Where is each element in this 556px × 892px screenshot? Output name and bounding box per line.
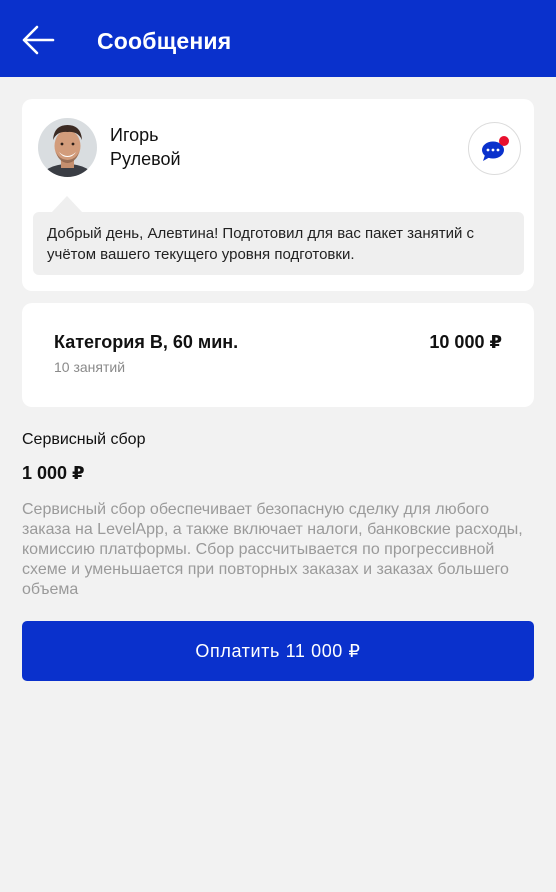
pay-button[interactable]: Оплатить 11 000 ₽ bbox=[22, 621, 534, 681]
author-first-name: Игорь bbox=[110, 125, 159, 145]
service-fee-value: 1 000 ₽ bbox=[22, 463, 85, 483]
message-card: Игорь Рулевой Добрый день, Алевтина! Под… bbox=[22, 99, 534, 291]
package-title: Категория B, 60 мин. bbox=[54, 332, 239, 352]
service-fee-label: Сервисный сбор bbox=[22, 431, 146, 448]
open-chat-button[interactable] bbox=[468, 122, 521, 175]
avatar[interactable] bbox=[38, 118, 97, 177]
package-price: 10 000 ₽ bbox=[429, 332, 502, 352]
message-bubble: Добрый день, Алевтина! Подготовил для ва… bbox=[33, 212, 524, 275]
package-lessons-count: 10 занятий bbox=[54, 359, 126, 375]
top-app-bar: Сообщения bbox=[0, 0, 556, 77]
package-card: Категория B, 60 мин. 10 занятий 10 000 ₽ bbox=[22, 303, 534, 407]
bubble-tail bbox=[52, 196, 82, 212]
back-button[interactable] bbox=[18, 20, 58, 60]
arrow-left-icon bbox=[22, 25, 55, 55]
service-fee-description: Сервисный сбор обеспечивает безопасную с… bbox=[22, 501, 523, 598]
page-title: Сообщения bbox=[97, 28, 232, 54]
message-text: Добрый день, Алевтина! Подготовил для ва… bbox=[47, 225, 475, 263]
author-last-name: Рулевой bbox=[110, 149, 181, 169]
notification-dot-icon bbox=[498, 135, 509, 146]
chat-bubble-icon bbox=[481, 135, 509, 161]
